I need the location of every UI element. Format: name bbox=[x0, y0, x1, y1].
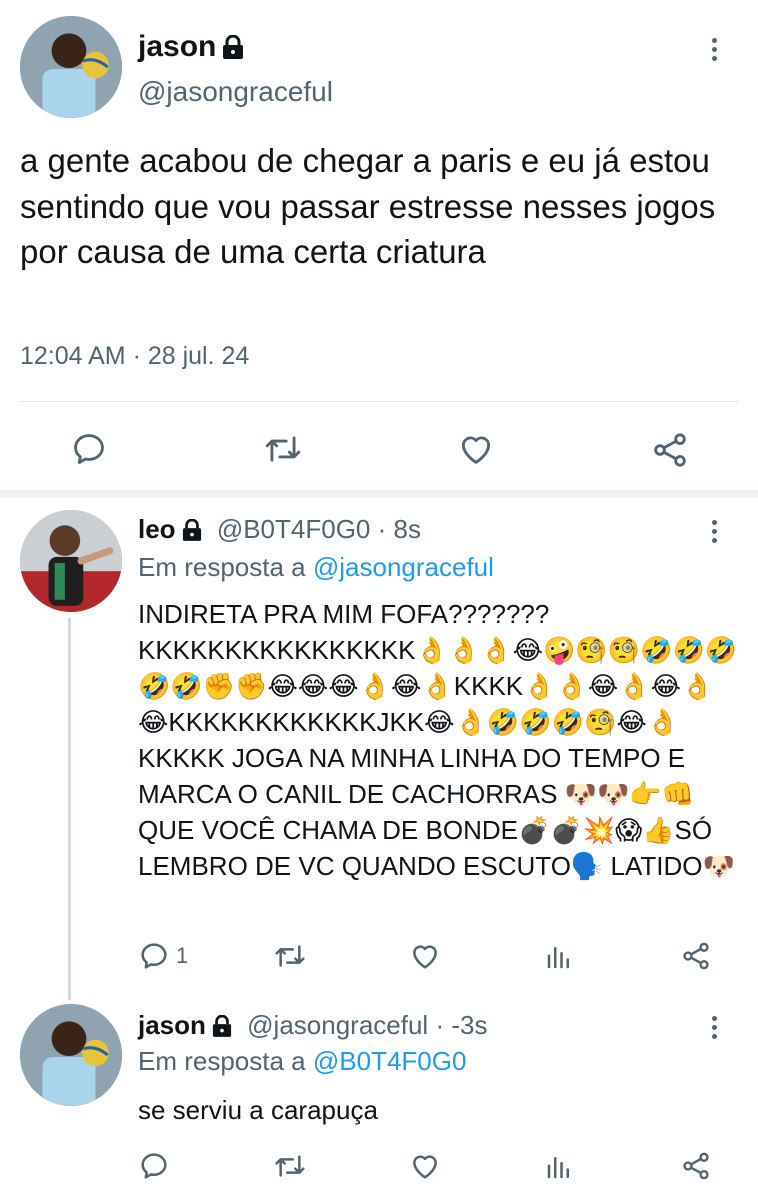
share-icon bbox=[654, 433, 686, 467]
retweet-button[interactable] bbox=[262, 430, 304, 468]
more-options-icon[interactable] bbox=[709, 1016, 719, 1039]
lock-icon bbox=[222, 33, 244, 67]
views-button[interactable] bbox=[544, 942, 574, 972]
like-icon bbox=[413, 1155, 437, 1179]
mention-link[interactable]: @B0T4F0G0 bbox=[313, 1046, 467, 1076]
avatar[interactable] bbox=[20, 16, 122, 118]
like-button[interactable] bbox=[408, 1150, 442, 1182]
display-name[interactable]: jason bbox=[138, 30, 244, 67]
avatar-photo bbox=[20, 1004, 122, 1106]
thread-line bbox=[68, 618, 71, 1000]
reply-icon bbox=[74, 434, 104, 464]
timestamp[interactable]: 12:04 AM · 28 jul. 24 bbox=[20, 342, 249, 371]
reply-button[interactable]: 1 bbox=[138, 940, 188, 972]
lock-icon bbox=[212, 1013, 232, 1044]
reply-count: 1 bbox=[176, 943, 189, 968]
relative-time[interactable]: · 8s bbox=[378, 514, 421, 544]
like-icon bbox=[461, 436, 491, 464]
share-button[interactable] bbox=[680, 1150, 712, 1182]
divider bbox=[20, 401, 738, 402]
tweet-text: se serviu a carapuça bbox=[138, 1095, 378, 1125]
replying-to: Em resposta a @B0T4F0G0 bbox=[138, 1046, 467, 1076]
share-icon bbox=[683, 942, 709, 970]
like-button[interactable] bbox=[456, 430, 496, 468]
tweet-text: a gente acabou de chegar a paris e eu já… bbox=[20, 142, 716, 270]
views-icon bbox=[547, 1157, 569, 1179]
like-button[interactable] bbox=[408, 940, 442, 972]
lock-icon bbox=[182, 517, 202, 548]
retweet-icon bbox=[275, 1155, 305, 1177]
avatar-photo bbox=[20, 16, 122, 118]
section-separator bbox=[0, 490, 758, 498]
share-icon bbox=[683, 1152, 709, 1180]
views-icon bbox=[547, 947, 569, 969]
handle[interactable]: @jasongraceful bbox=[138, 76, 333, 108]
retweet-button[interactable] bbox=[272, 940, 308, 972]
retweet-icon bbox=[265, 436, 301, 462]
tweet-text: INDIRETA PRA MIM FOFA??????? KKKKKKKKKKK… bbox=[138, 599, 738, 881]
display-name[interactable]: leo bbox=[138, 514, 176, 544]
retweet-button[interactable] bbox=[272, 1150, 308, 1182]
mention-link[interactable]: @jasongraceful bbox=[313, 552, 494, 582]
avatar[interactable] bbox=[20, 1004, 122, 1106]
reply-icon bbox=[141, 943, 167, 969]
avatar[interactable] bbox=[20, 510, 122, 612]
main-tweet: jason @jasongraceful a gente acabou de c… bbox=[0, 0, 758, 490]
reply-header: leo @B0T4F0G0 · 8s bbox=[138, 514, 421, 548]
share-button[interactable] bbox=[650, 430, 690, 470]
replying-to: Em resposta a @jasongraceful bbox=[138, 552, 494, 582]
reply-icon bbox=[141, 1153, 167, 1179]
views-button[interactable] bbox=[544, 1152, 574, 1182]
handle[interactable]: @jasongraceful bbox=[247, 1010, 428, 1040]
retweet-icon bbox=[275, 945, 305, 967]
handle[interactable]: @B0T4F0G0 bbox=[217, 514, 371, 544]
share-button[interactable] bbox=[680, 940, 712, 972]
more-options-icon[interactable] bbox=[709, 38, 719, 61]
display-name[interactable]: jason bbox=[138, 1010, 206, 1040]
reply-header: jason @jasongraceful · -3s bbox=[138, 1010, 487, 1044]
avatar-photo bbox=[20, 510, 122, 612]
reply-button[interactable] bbox=[70, 430, 108, 468]
more-options-icon[interactable] bbox=[709, 520, 719, 543]
reply-button[interactable] bbox=[138, 1150, 170, 1182]
relative-time[interactable]: · -3s bbox=[435, 1010, 487, 1040]
like-icon bbox=[413, 945, 437, 969]
